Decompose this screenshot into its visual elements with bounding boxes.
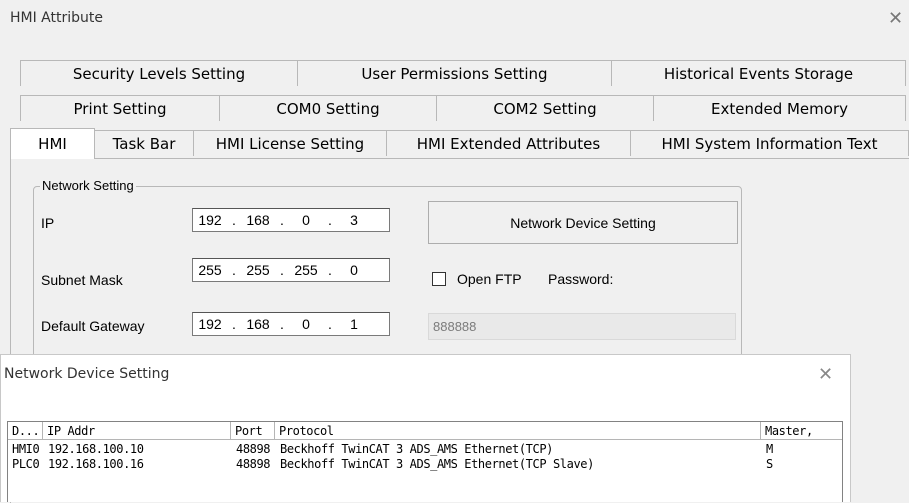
ip-dot: . (328, 212, 332, 228)
ip-label: IP (41, 215, 55, 231)
network-setting-label: Network Setting (40, 178, 136, 193)
subnet-mask-label: Subnet Mask (41, 272, 123, 288)
cell-port[interactable]: 48898 (236, 442, 271, 456)
ip-dot: . (280, 212, 284, 228)
tab-historical-events-storage[interactable]: Historical Events Storage (611, 60, 906, 86)
gateway-octet: 192 (198, 316, 222, 332)
tab-hmi-license-setting[interactable]: HMI License Setting (193, 130, 387, 156)
subnet-octet: 255 (246, 262, 270, 278)
cell-port[interactable]: 48898 (236, 457, 271, 471)
cell-protocol[interactable]: Beckhoff TwinCAT 3 ADS_AMS Ethernet(TCP … (280, 457, 594, 471)
device-table: D... IP Addr Port Protocol Master, HMI0 … (7, 421, 843, 502)
tab-hmi-extended-attributes[interactable]: HMI Extended Attributes (386, 130, 631, 156)
tab-security-levels-setting[interactable]: Security Levels Setting (20, 60, 298, 86)
cell-master[interactable]: M (766, 442, 773, 456)
cell-master[interactable]: S (766, 457, 773, 471)
tab-task-bar[interactable]: Task Bar (94, 130, 194, 156)
subnet-octet: 255 (294, 262, 318, 278)
column-header-device[interactable]: D... (8, 422, 43, 440)
device-dialog-title: Network Device Setting (4, 366, 170, 382)
network-device-setting-button[interactable]: Network Device Setting (428, 201, 738, 244)
ip-dot: . (232, 212, 236, 228)
column-header-port[interactable]: Port (231, 422, 275, 440)
gateway-octet: 168 (246, 316, 270, 332)
cell-device[interactable]: PLC0 (12, 457, 40, 471)
subnet-octet: 255 (198, 262, 222, 278)
open-ftp-checkbox[interactable] (432, 272, 446, 286)
cell-device[interactable]: HMI0 (12, 442, 40, 456)
subnet-dot: . (232, 262, 236, 278)
gateway-octet: 1 (350, 316, 358, 332)
cell-ip-addr[interactable]: 192.168.100.16 (48, 457, 144, 471)
column-header-master[interactable]: Master, (761, 422, 842, 440)
gateway-dot: . (232, 316, 236, 332)
password-input[interactable]: 888888 (428, 313, 736, 340)
column-header-protocol[interactable]: Protocol (275, 422, 761, 440)
subnet-dot: . (328, 262, 332, 278)
ip-octet: 168 (246, 212, 270, 228)
default-gateway-field[interactable]: 192. 168. 0. 1 (192, 312, 390, 336)
gateway-dot: . (280, 316, 284, 332)
subnet-octet: 0 (350, 262, 358, 278)
tab-hmi[interactable]: HMI (10, 128, 95, 159)
tab-com2-setting[interactable]: COM2 Setting (436, 95, 654, 121)
gateway-dot: . (328, 316, 332, 332)
subnet-dot: . (280, 262, 284, 278)
subnet-mask-field[interactable]: 255. 255. 255. 0 (192, 258, 390, 282)
close-icon[interactable]: ✕ (888, 8, 903, 29)
column-header-ip-addr[interactable]: IP Addr (43, 422, 231, 440)
tab-user-permissions-setting[interactable]: User Permissions Setting (297, 60, 612, 86)
password-label: Password: (548, 271, 614, 287)
tab-hmi-system-information-text[interactable]: HMI System Information Text (630, 130, 909, 156)
default-gateway-label: Default Gateway (41, 318, 145, 334)
cell-protocol[interactable]: Beckhoff TwinCAT 3 ADS_AMS Ethernet(TCP) (280, 442, 553, 456)
ip-octet: 192 (198, 212, 222, 228)
open-ftp-label: Open FTP (457, 271, 522, 287)
close-icon[interactable]: ✕ (818, 364, 833, 385)
ip-octet: 0 (302, 212, 310, 228)
gateway-octet: 0 (302, 316, 310, 332)
tab-extended-memory[interactable]: Extended Memory (653, 95, 906, 121)
cell-ip-addr[interactable]: 192.168.100.10 (48, 442, 144, 456)
tab-print-setting[interactable]: Print Setting (20, 95, 220, 121)
ip-octet: 3 (350, 212, 358, 228)
tab-com0-setting[interactable]: COM0 Setting (219, 95, 437, 121)
ip-address-field[interactable]: 192. 168. 0. 3 (192, 208, 390, 232)
dialog-title: HMI Attribute (10, 10, 104, 26)
